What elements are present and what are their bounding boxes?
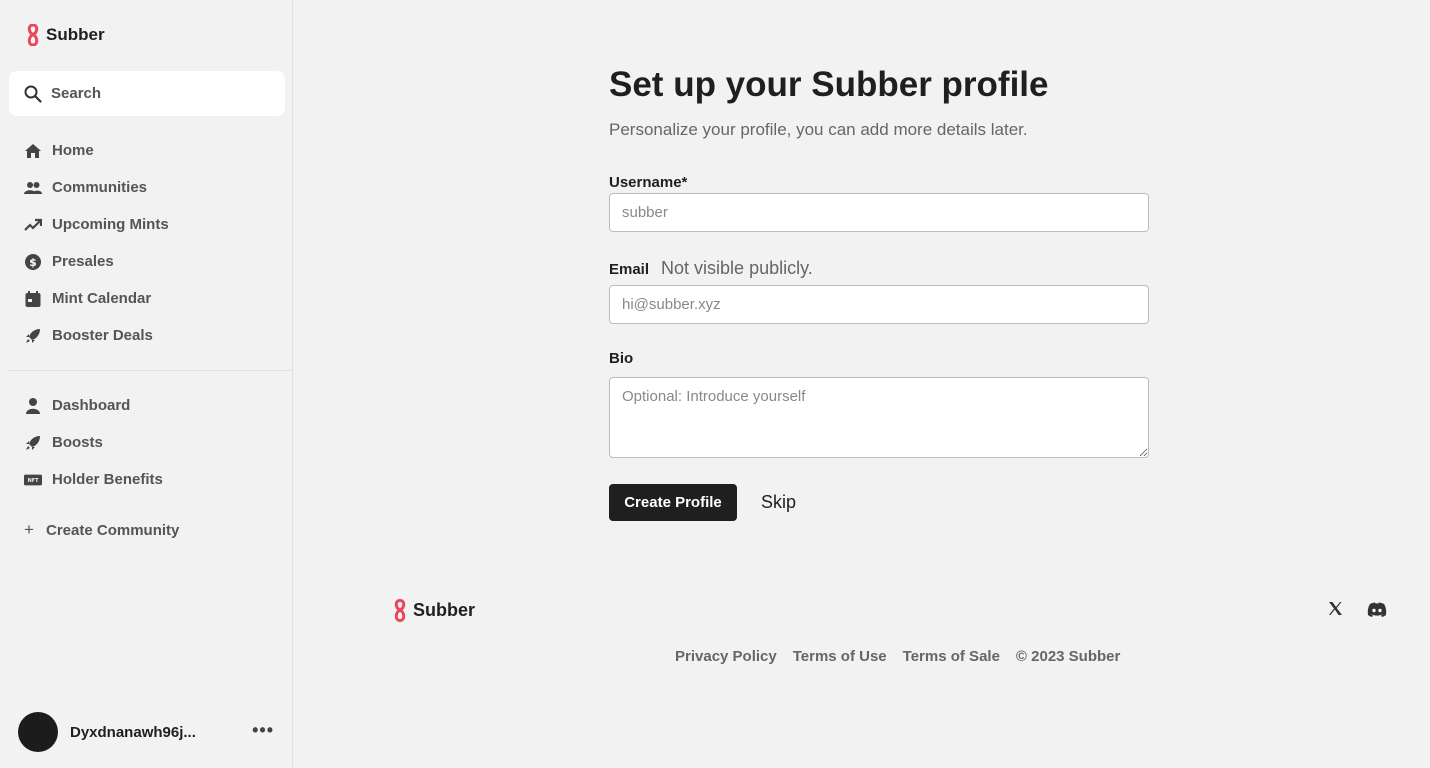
search-box[interactable]: Search	[9, 71, 285, 116]
sidebar-item-booster-deals[interactable]: Booster Deals	[0, 317, 293, 354]
discord-icon[interactable]	[1367, 602, 1387, 622]
plus-icon: +	[24, 520, 34, 539]
create-community-label: Create Community	[46, 521, 180, 539]
svg-text:NFT: NFT	[28, 478, 40, 484]
sidebar-item-label: Communities	[52, 179, 148, 196]
avatar[interactable]	[18, 712, 58, 752]
brand-logo[interactable]: Subber	[26, 24, 105, 46]
dollar-icon: $	[24, 253, 42, 271]
create-profile-button[interactable]: Create Profile	[609, 484, 737, 521]
footer-links: Privacy Policy Terms of Use Terms of Sal…	[675, 648, 1120, 665]
username-field[interactable]	[609, 193, 1149, 232]
sidebar-item-label: Dashboard	[52, 397, 131, 414]
terms-of-use-link[interactable]: Terms of Use	[793, 648, 887, 665]
username-label: Username*	[609, 174, 688, 191]
email-hint: Not visible publicly.	[661, 258, 813, 278]
sidebar-item-label: Mint Calendar	[52, 290, 152, 307]
sidebar-item-home[interactable]: Home	[0, 132, 293, 169]
skip-button[interactable]: Skip	[761, 492, 796, 513]
user-profile[interactable]: Dyxdnanawh96j... •••	[18, 712, 280, 752]
privacy-policy-link[interactable]: Privacy Policy	[675, 648, 777, 665]
nft-icon: NFT	[24, 471, 42, 489]
search-icon	[24, 85, 42, 103]
sidebar-item-dashboard[interactable]: Dashboard	[0, 387, 293, 424]
sidebar-item-presales[interactable]: $ Presales	[0, 243, 293, 280]
sidebar-item-label: Upcoming Mints	[52, 216, 169, 233]
subber-logo-icon	[27, 24, 39, 46]
sidebar-item-communities[interactable]: Communities	[0, 169, 293, 206]
person-icon	[24, 397, 42, 415]
profile-setup-form: Set up your Subber profile Personalize y…	[609, 62, 1149, 521]
sidebar-item-mint-calendar[interactable]: Mint Calendar	[0, 280, 293, 317]
create-community-button[interactable]: + Create Community	[24, 520, 179, 540]
sidebar-item-label: Presales	[52, 253, 114, 270]
sidebar-item-boosts[interactable]: Boosts	[0, 424, 293, 461]
sidebar-item-label: Booster Deals	[52, 327, 153, 344]
more-options-icon[interactable]: •••	[252, 720, 274, 741]
copyright: © 2023 Subber	[1015, 648, 1121, 665]
subber-logo-icon	[394, 599, 406, 622]
page-title: Set up your Subber profile	[609, 65, 1049, 104]
terms-of-sale-link[interactable]: Terms of Sale	[903, 648, 1000, 665]
sidebar-item-label: Home	[52, 142, 94, 159]
primary-nav: Home Communities Upcoming Mints $ Presal…	[0, 132, 293, 354]
email-label: Email	[609, 261, 650, 278]
search-label: Search	[51, 85, 102, 102]
footer-brand-name: Subber	[413, 600, 476, 620]
trending-up-icon	[24, 216, 42, 234]
brand-name: Subber	[46, 25, 105, 44]
rocket-icon	[24, 434, 42, 452]
sidebar-item-upcoming-mints[interactable]: Upcoming Mints	[0, 206, 293, 243]
footer-brand-logo[interactable]: Subber	[393, 599, 475, 622]
rocket-icon	[24, 327, 42, 345]
bio-label: Bio	[609, 350, 634, 367]
sidebar: Subber Search Home Communities Upcoming …	[0, 0, 293, 768]
calendar-icon	[24, 290, 42, 308]
page-subtitle: Personalize your profile, you can add mo…	[609, 120, 1028, 139]
x-icon[interactable]	[1328, 601, 1343, 621]
bio-field[interactable]	[609, 377, 1149, 458]
sidebar-item-holder-benefits[interactable]: NFT Holder Benefits	[0, 461, 293, 498]
svg-text:$: $	[29, 256, 37, 269]
people-icon	[24, 179, 42, 197]
secondary-nav: Dashboard Boosts NFT Holder Benefits	[0, 387, 293, 498]
home-icon	[24, 142, 42, 160]
username: Dyxdnanawh96j...	[70, 723, 196, 741]
sidebar-item-label: Boosts	[52, 434, 103, 451]
sidebar-divider	[9, 370, 293, 371]
sidebar-item-label: Holder Benefits	[52, 471, 163, 488]
email-field[interactable]	[609, 285, 1149, 324]
